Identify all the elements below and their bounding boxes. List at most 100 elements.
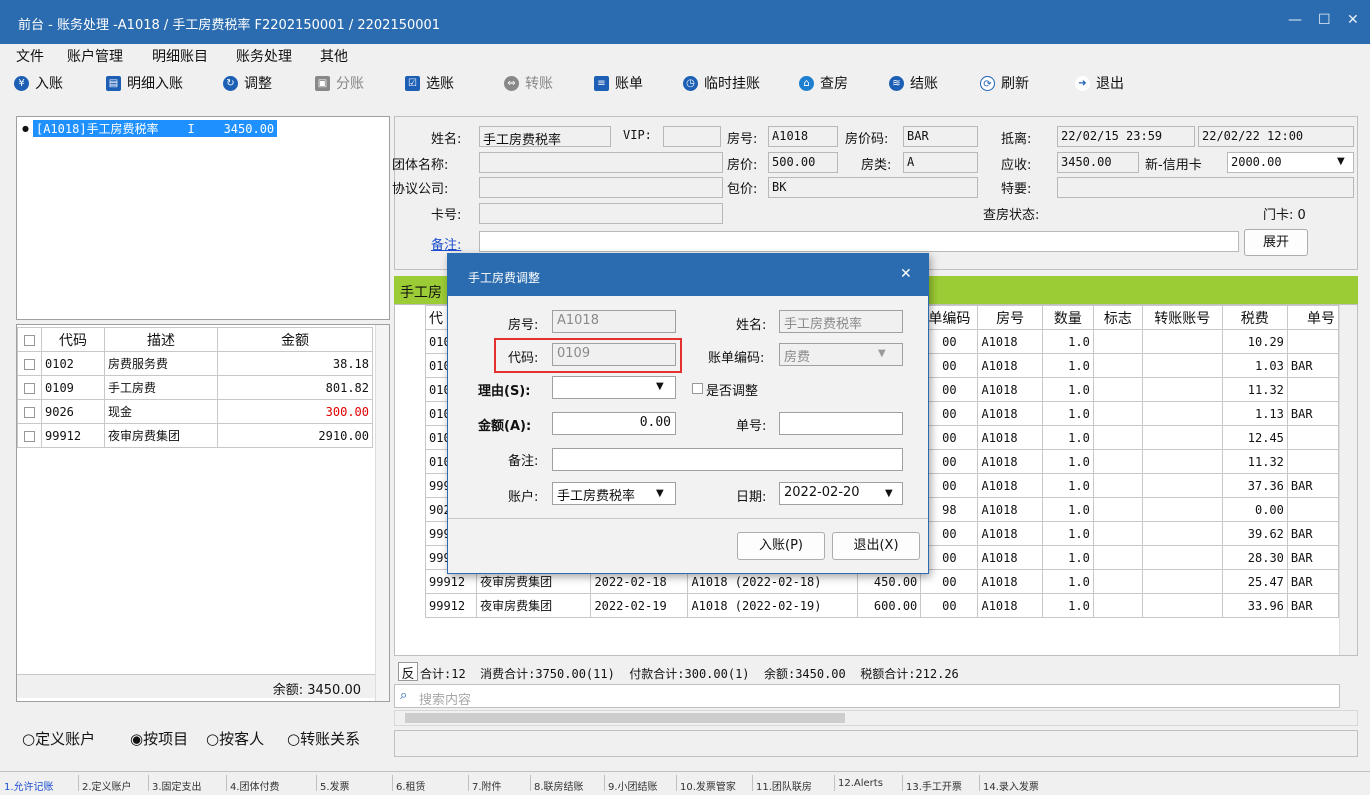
number-field[interactable]: [779, 412, 903, 435]
horizontal-scrollbar[interactable]: [394, 710, 1358, 726]
checkbox-icon[interactable]: [24, 382, 35, 394]
bottom-tab-2[interactable]: 2.定义账户: [82, 778, 132, 793]
checkbox-icon[interactable]: [24, 406, 35, 418]
table-row[interactable]: 99912 夜审房费集团 2910.00: [17, 423, 373, 448]
code-field[interactable]: 0109: [552, 343, 676, 366]
special-field[interactable]: [1057, 177, 1354, 198]
bottom-tab-3[interactable]: 3.固定支出: [152, 778, 202, 793]
col-flag[interactable]: 标志: [1092, 305, 1143, 330]
remark-field[interactable]: [552, 448, 903, 471]
chevron-down-icon[interactable]: ▼: [1337, 156, 1345, 167]
bottom-tab-8[interactable]: 8.联房结账: [534, 778, 584, 793]
package-field[interactable]: BK: [768, 177, 978, 198]
radio-by-item[interactable]: ◉按项目: [130, 728, 188, 749]
credit-dropdown[interactable]: 2000.00: [1227, 152, 1354, 173]
search-input[interactable]: 搜索内容: [419, 689, 471, 708]
bottom-tab-4[interactable]: 4.团体付费: [230, 778, 280, 793]
card-field[interactable]: [479, 203, 723, 224]
exit-button[interactable]: ➜ 退出: [1075, 73, 1124, 93]
post-confirm-button[interactable]: 入账(P): [737, 532, 825, 560]
adjust-checkbox[interactable]: [692, 383, 703, 394]
table-row[interactable]: 0102 房费服务费 38.18: [17, 351, 373, 376]
split-button[interactable]: ▣ 分账: [315, 73, 364, 93]
col-bill-code[interactable]: 单编码: [920, 305, 979, 330]
menu-detail-items[interactable]: 明细账目: [152, 46, 208, 66]
col-room[interactable]: 房号: [977, 305, 1043, 330]
menu-file[interactable]: 文件: [16, 46, 44, 66]
expand-button[interactable]: 展开: [1244, 229, 1308, 256]
dialog-exit-button[interactable]: 退出(X): [832, 532, 920, 560]
rate-field[interactable]: 500.00: [768, 152, 838, 173]
bottom-tab-5[interactable]: 5.发票: [320, 778, 350, 793]
checkbox-icon[interactable]: [24, 334, 35, 346]
col-code[interactable]: 代码: [41, 327, 105, 352]
account-list-item[interactable]: ● [A1018]手工房费税率 I 3450.00: [22, 120, 278, 137]
due-field[interactable]: 3450.00: [1057, 152, 1139, 173]
bill-button[interactable]: ≡ 账单: [594, 73, 643, 93]
bottom-tab-14[interactable]: 14.录入发票: [983, 778, 1039, 793]
search-box[interactable]: ⌕ 搜索内容: [394, 684, 1340, 708]
radio-transfer-relation[interactable]: ○转账关系: [287, 728, 360, 749]
adjust-button[interactable]: ↻ 调整: [223, 73, 272, 93]
checkbox-icon[interactable]: [24, 430, 35, 442]
vip-field[interactable]: [663, 126, 721, 147]
bottom-tab-1[interactable]: 1.允许记账: [4, 778, 54, 793]
close-button[interactable]: ✕: [1347, 12, 1359, 28]
chevron-down-icon[interactable]: ▼: [885, 488, 893, 499]
select-all-cell[interactable]: [17, 327, 42, 352]
close-icon[interactable]: ✕: [900, 266, 912, 282]
refresh-button[interactable]: ⟳ 刷新: [980, 73, 1029, 93]
room-field[interactable]: A1018: [552, 310, 676, 333]
name-field[interactable]: 手工房费税率: [479, 126, 611, 147]
table-row[interactable]: 99912 夜审房费集团 2022-02-19 A1018 (2022-02-19) 6…: [424, 593, 1340, 618]
maximize-button[interactable]: ☐: [1318, 12, 1331, 28]
bottom-tab-7[interactable]: 7.附件: [472, 778, 502, 793]
post-button[interactable]: ¥ 入账: [14, 73, 63, 93]
menu-billing[interactable]: 账务处理: [236, 46, 292, 66]
select-button[interactable]: ☑ 选账: [405, 73, 454, 93]
chevron-down-icon[interactable]: ▼: [656, 381, 664, 392]
remark-field[interactable]: [479, 231, 1239, 252]
col-tax[interactable]: 税费: [1221, 305, 1288, 330]
tab-manual-room[interactable]: 手工房: [400, 282, 442, 302]
remark-link[interactable]: 备注:: [431, 234, 461, 253]
bottom-tab-9[interactable]: 9.小团结账: [608, 778, 658, 793]
reverse-button[interactable]: 反: [398, 662, 418, 682]
company-field[interactable]: [479, 177, 723, 198]
bottom-tab-10[interactable]: 10.发票管家: [680, 778, 736, 793]
scroll-thumb[interactable]: [405, 713, 845, 723]
bottom-tab-11[interactable]: 11.团队联房: [756, 778, 812, 793]
amount-field[interactable]: 0.00: [552, 412, 676, 435]
chevron-down-icon[interactable]: ▼: [878, 348, 886, 359]
menu-other[interactable]: 其他: [320, 46, 348, 66]
col-amount[interactable]: 金额: [217, 327, 373, 352]
bottom-tab-13[interactable]: 13.手工开票: [906, 778, 962, 793]
checkbox-icon[interactable]: [24, 358, 35, 370]
transfer-button[interactable]: ⇔ 转账: [504, 73, 553, 93]
room-field[interactable]: A1018: [768, 126, 838, 147]
chevron-down-icon[interactable]: ▼: [656, 488, 664, 499]
radio-by-guest[interactable]: ○按客人: [206, 728, 264, 749]
col-qty[interactable]: 数量: [1041, 305, 1094, 330]
check-room-button[interactable]: ⌂ 查房: [799, 73, 848, 93]
rate-code-field[interactable]: BAR: [903, 126, 978, 147]
table-row[interactable]: 0109 手工房费 801.82: [17, 375, 373, 400]
group-field[interactable]: [479, 152, 723, 173]
scrollbar[interactable]: [375, 325, 389, 701]
arrive-field[interactable]: 22/02/15 23:59: [1057, 126, 1195, 147]
checkout-button[interactable]: ≋ 结账: [889, 73, 938, 93]
menu-account-management[interactable]: 账户管理: [67, 46, 123, 66]
col-bill-no[interactable]: 单号: [1286, 305, 1340, 330]
col-transfer-account[interactable]: 转账账号: [1141, 305, 1223, 330]
table-row[interactable]: 9026 现金 300.00: [17, 399, 373, 424]
bottom-tab-6[interactable]: 6.租赁: [396, 778, 426, 793]
bottom-tab-12[interactable]: 12.Alerts: [838, 778, 883, 789]
scrollbar[interactable]: [1339, 305, 1357, 655]
minimize-button[interactable]: —: [1288, 12, 1302, 28]
radio-define-account[interactable]: ○定义账户: [22, 728, 95, 749]
name-field[interactable]: 手工房费税率: [779, 310, 903, 333]
depart-field[interactable]: 22/02/22 12:00: [1198, 126, 1354, 147]
room-type-field[interactable]: A: [903, 152, 978, 173]
temp-account-button[interactable]: ◷ 临时挂账: [683, 73, 760, 93]
detail-post-button[interactable]: ▤ 明细入账: [106, 73, 183, 93]
